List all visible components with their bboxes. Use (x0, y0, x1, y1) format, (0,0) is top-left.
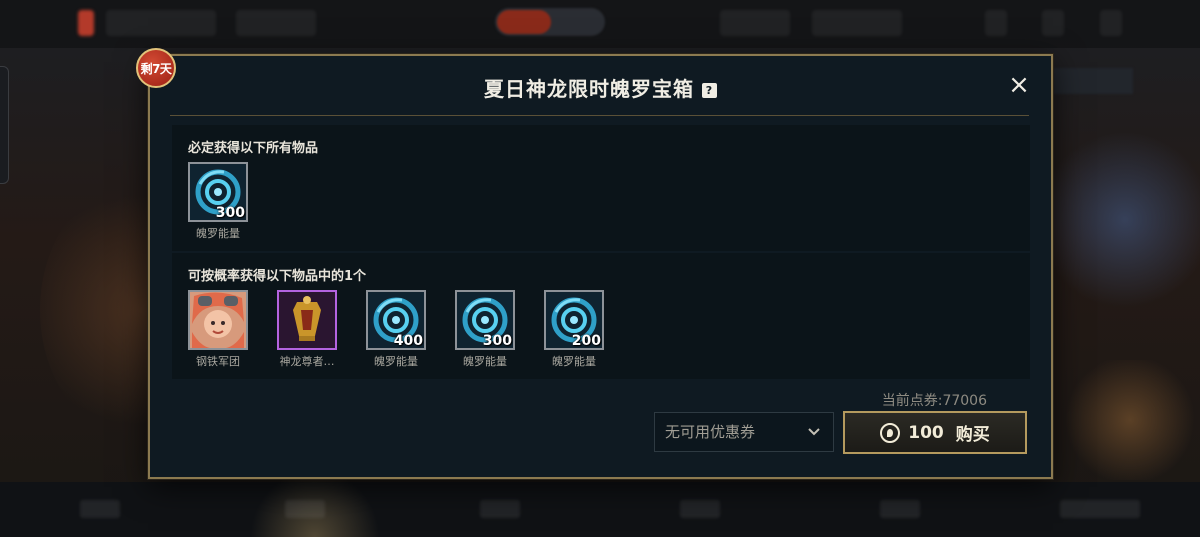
reward-item[interactable]: 400 魄罗能量 (365, 290, 427, 369)
background-top-item (720, 10, 790, 36)
reward-item[interactable]: 神龙尊者… (276, 290, 338, 369)
background-side-handle (0, 66, 9, 184)
buy-button[interactable]: 100 购买 (843, 411, 1027, 454)
chest-purchase-dialog: 夏日神龙限时魄罗宝箱? × 必定获得以下所有物品 300 魄罗能量 可按概率获得… (148, 54, 1053, 479)
background-top-item (1042, 10, 1064, 36)
background-back-icon (78, 10, 94, 36)
time-remaining-badge: 剩7天 (136, 48, 176, 88)
random-rewards-label: 可按概率获得以下物品中的1个 (188, 269, 367, 284)
dragon-emblem-icon (277, 290, 337, 350)
dialog-title: 夏日神龙限时魄罗宝箱 (484, 77, 694, 101)
guaranteed-rewards-label: 必定获得以下所有物品 (188, 141, 319, 156)
dialog-title-row: 夏日神龙限时魄罗宝箱? (150, 73, 1051, 102)
item-quantity: 200 (571, 333, 601, 349)
buy-price: 100 (908, 422, 944, 443)
guaranteed-rewards-section: 必定获得以下所有物品 300 魄罗能量 (172, 125, 1030, 251)
item-name: 魄罗能量 (374, 355, 418, 368)
background-nav-item (285, 500, 325, 518)
background-bottom-nav (0, 482, 1200, 537)
background-art (1060, 360, 1200, 480)
coupon-select[interactable]: 无可用优惠券 (654, 412, 834, 452)
background-top-item (812, 10, 902, 36)
reward-item[interactable]: 300 魄罗能量 (187, 162, 249, 241)
title-divider (170, 115, 1029, 116)
current-points-balance: 当前点券:77006 (881, 393, 987, 409)
background-art (1050, 120, 1200, 320)
background-right-panel (1053, 68, 1133, 94)
reward-item[interactable]: 300 魄罗能量 (454, 290, 516, 369)
background-top-item (106, 10, 216, 36)
background-nav-item (480, 500, 520, 518)
background-nav-item (880, 500, 920, 518)
reward-item[interactable]: 钢铁军团 (187, 290, 249, 369)
background-nav-item (680, 500, 720, 518)
close-button[interactable]: × (1007, 72, 1031, 98)
item-quantity: 300 (482, 333, 512, 349)
background-nav-item (80, 500, 120, 518)
background-top-item (985, 10, 1007, 36)
item-name: 神龙尊者… (279, 355, 335, 368)
poro-energy-icon: 400 (366, 290, 426, 350)
chevron-down-icon (807, 413, 821, 466)
poro-energy-icon: 200 (544, 290, 604, 350)
background-top-item (1100, 10, 1122, 36)
reward-item[interactable]: 200 魄罗能量 (543, 290, 605, 369)
background-tab-pill (495, 8, 605, 36)
random-rewards-section: 可按概率获得以下物品中的1个 钢铁军团 神龙尊者… 400 魄罗能量 300 魄… (172, 253, 1030, 379)
help-icon[interactable]: ? (702, 83, 717, 98)
coupon-select-value: 无可用优惠券 (665, 423, 756, 441)
item-name: 魄罗能量 (196, 227, 240, 240)
item-quantity: 400 (393, 333, 423, 349)
item-name: 魄罗能量 (552, 355, 596, 368)
item-quantity: 300 (215, 205, 245, 221)
background-nav-item (1060, 500, 1140, 518)
item-name: 魄罗能量 (463, 355, 507, 368)
poro-energy-icon: 300 (455, 290, 515, 350)
poro-energy-icon: 300 (188, 162, 248, 222)
champion-portrait-icon (188, 290, 248, 350)
item-name: 钢铁军团 (196, 355, 240, 368)
background-top-item (236, 10, 316, 36)
buy-label: 购买 (955, 425, 990, 445)
coin-icon (880, 422, 901, 443)
